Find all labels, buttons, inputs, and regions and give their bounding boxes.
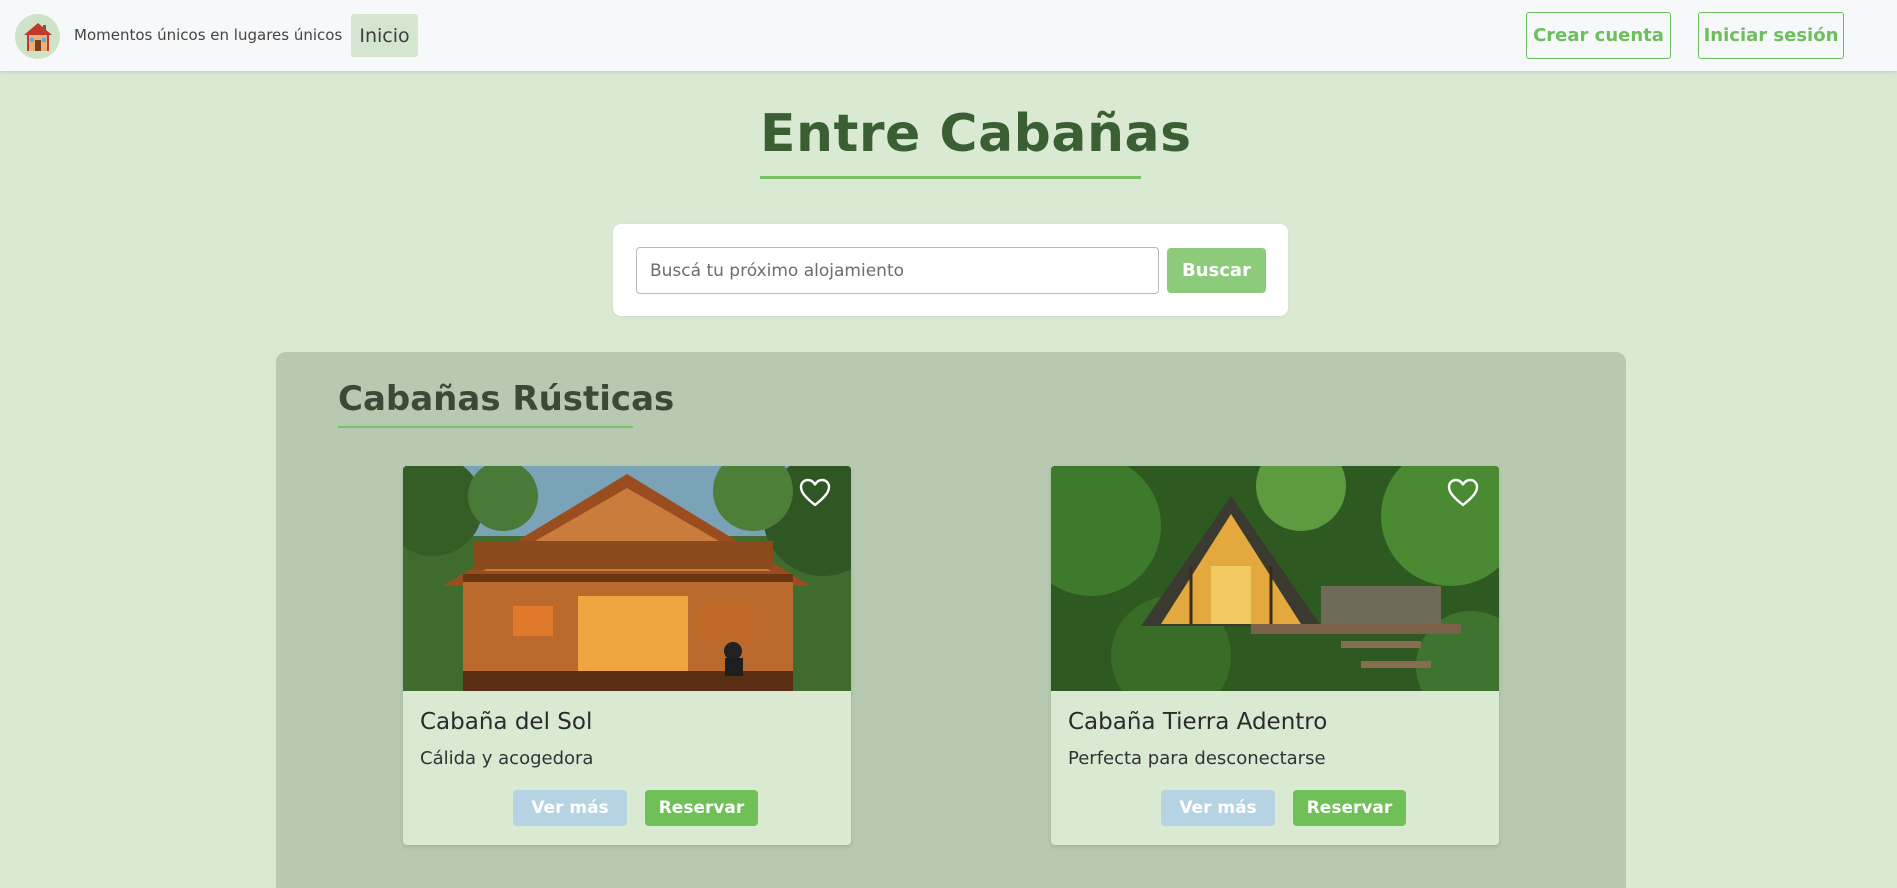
cabin-description: Perfecta para desconectarse	[1068, 748, 1326, 769]
cabin-card: Cabaña Tierra Adentro Perfecta para desc…	[1051, 466, 1499, 845]
see-more-button[interactable]: Ver más	[1161, 790, 1275, 826]
create-account-button[interactable]: Crear cuenta	[1526, 12, 1671, 59]
top-navbar: Momentos únicos en lugares únicos Inicio…	[0, 0, 1897, 71]
section-underline	[338, 426, 633, 428]
cabin-card: Cabaña del Sol Cálida y acogedora Ver má…	[403, 466, 851, 845]
cabin-photo[interactable]	[1051, 466, 1499, 691]
rustic-cabins-section: Cabañas Rústicas Cabaña del Sol Cálida y…	[276, 352, 1626, 888]
cabin-photo[interactable]	[403, 466, 851, 691]
cabin-title: Cabaña del Sol	[420, 709, 593, 735]
heart-icon[interactable]	[1447, 478, 1479, 508]
search-input[interactable]	[636, 247, 1159, 294]
title-underline	[760, 176, 1141, 179]
page-title: Entre Cabañas	[760, 104, 1192, 164]
search-panel: Buscar	[613, 224, 1288, 316]
section-title: Cabañas Rústicas	[338, 379, 675, 419]
book-button[interactable]: Reservar	[1293, 790, 1406, 826]
cabin-description: Cálida y acogedora	[420, 748, 594, 769]
nav-home-link[interactable]: Inicio	[351, 14, 418, 57]
book-button[interactable]: Reservar	[645, 790, 758, 826]
search-button[interactable]: Buscar	[1167, 248, 1266, 293]
heart-icon[interactable]	[799, 478, 831, 508]
site-tagline: Momentos únicos en lugares únicos	[74, 26, 343, 44]
login-button[interactable]: Iniciar sesión	[1698, 12, 1844, 59]
see-more-button[interactable]: Ver más	[513, 790, 627, 826]
cabin-title: Cabaña Tierra Adentro	[1068, 709, 1328, 735]
house-icon[interactable]	[15, 14, 60, 59]
